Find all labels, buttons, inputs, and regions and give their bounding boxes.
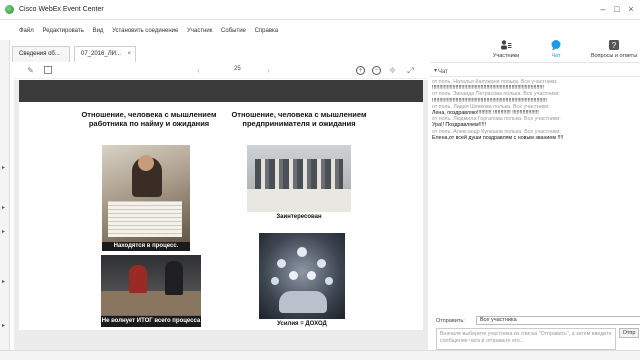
- chat-label: Чат: [551, 53, 561, 59]
- fullscreen-icon[interactable]: ⤢: [406, 66, 415, 75]
- left-collapsed-panel[interactable]: ▸ ▸ ▸ ▸ ▸: [0, 40, 10, 360]
- network-node-icon: [297, 247, 307, 257]
- svg-text:?: ?: [612, 41, 617, 50]
- title-bar: Cisco WebEx Event Center – □ ×: [0, 0, 640, 20]
- expand-arrow-icon[interactable]: ▸: [2, 278, 5, 285]
- chat-button[interactable]: Чат: [536, 39, 576, 59]
- network-node-icon: [317, 259, 326, 268]
- person-shape: [165, 261, 183, 295]
- qa-label: Вопросы и ответы: [590, 53, 638, 59]
- crowd-shape: [255, 159, 343, 193]
- chat-title: ▾ Чат: [434, 68, 448, 75]
- network-node-icon: [271, 277, 279, 285]
- tab-close-icon[interactable]: ×: [127, 47, 131, 61]
- participants-icon: [501, 40, 512, 50]
- person-shape: [129, 265, 147, 293]
- expand-arrow-icon[interactable]: ▸: [2, 164, 5, 171]
- chat-message: Елена,от всей души поздравлям с новым зв…: [432, 134, 564, 141]
- tab-info[interactable]: Сведения об...: [12, 46, 70, 62]
- chat-message-list[interactable]: от поль. Наталья Калужаня полька. Все уч…: [432, 79, 632, 309]
- document-viewer: Отношение, человека с мышлением работник…: [14, 80, 428, 350]
- expand-arrow-icon[interactable]: ▸: [2, 228, 5, 235]
- send-to-value: Все участника: [480, 317, 517, 323]
- face-shape: [138, 155, 154, 171]
- zoom-out-icon[interactable]: −: [372, 66, 381, 75]
- chat-title-text: Чат: [438, 69, 448, 75]
- fit-icon[interactable]: ✥: [388, 66, 397, 75]
- expand-arrow-icon[interactable]: ▸: [2, 322, 5, 329]
- send-to-label: Отправить:: [436, 318, 465, 324]
- stressed-worker-photo: Находятся в процесс.: [102, 145, 190, 251]
- pen-icon[interactable]: ✎: [26, 66, 35, 75]
- qa-button[interactable]: ? Вопросы и ответы: [590, 39, 638, 59]
- next-page-icon[interactable]: ›: [264, 66, 273, 75]
- label-effort-income: Усилия = ДОХОД: [277, 321, 327, 327]
- webex-logo-icon: [5, 5, 14, 14]
- maximize-icon[interactable]: □: [612, 4, 622, 14]
- send-to-select[interactable]: Все участника ▾: [476, 316, 640, 325]
- bottom-bar: [0, 350, 640, 360]
- tab-document-label: 07_2016_ЛИ...: [81, 51, 121, 57]
- table-shape: [247, 189, 351, 212]
- left-heading: Отношение, человека с мышлением работник…: [81, 110, 217, 128]
- caption-not-care: Не волнует ИТОГ всего процесса: [101, 316, 201, 327]
- network-node-icon: [307, 271, 316, 280]
- page-number[interactable]: 25: [234, 66, 241, 72]
- network-node-icon: [289, 271, 298, 280]
- right-heading: Отношение, человека с мышлением предприн…: [231, 110, 367, 128]
- caption-in-process: Находятся в процесс.: [102, 242, 190, 251]
- qa-icon: ?: [609, 40, 619, 50]
- participants-label: Участники: [492, 53, 520, 59]
- menu-edit[interactable]: Редактировать: [42, 28, 83, 34]
- menu-view[interactable]: Вид: [93, 28, 104, 34]
- network-node-icon: [277, 259, 286, 268]
- network-node-icon: [325, 277, 333, 285]
- presentation-slide: Отношение, человека с мышлением работник…: [19, 80, 423, 330]
- menu-file[interactable]: Файл: [19, 28, 34, 34]
- panel-tabs: Участники Чат ? Вопросы и ответы: [430, 35, 640, 63]
- hand-shape: [279, 291, 327, 313]
- window-title: Cisco WebEx Event Center: [19, 6, 104, 13]
- chat-compose-input[interactable]: Вначале выберите участника из списка "От…: [436, 328, 616, 350]
- minimize-icon[interactable]: –: [598, 4, 608, 14]
- send-button[interactable]: Отпр: [619, 328, 639, 338]
- document-toolbar: ✎ ‹ 25 › + − ✥ ⤢: [14, 63, 428, 79]
- participants-button[interactable]: Участники: [486, 39, 526, 59]
- businessman-photo: Не волнует ИТОГ всего процесса: [101, 255, 201, 327]
- thumbnails-icon[interactable]: [44, 66, 52, 74]
- desk-shape: [101, 291, 201, 315]
- menu-event[interactable]: Событие: [221, 28, 246, 34]
- menu-connect[interactable]: Установить соединение: [112, 28, 178, 34]
- expand-arrow-icon[interactable]: ▸: [2, 204, 5, 211]
- label-interested: Заинтересован: [276, 214, 322, 220]
- meeting-photo: [247, 145, 351, 212]
- slide-dark-band: [19, 80, 423, 102]
- paper-pile-shape: [108, 201, 182, 237]
- network-hand-photo: [259, 233, 345, 319]
- menu-bar: Файл Редактировать Вид Установить соедин…: [19, 28, 285, 34]
- chat-panel-header[interactable]: ▾ Чат: [430, 65, 640, 77]
- prev-page-icon[interactable]: ‹: [194, 66, 203, 75]
- menu-participant[interactable]: Участник: [187, 28, 212, 34]
- tab-info-label: Сведения об...: [19, 51, 60, 57]
- tab-document[interactable]: 07_2016_ЛИ... ×: [74, 46, 136, 62]
- send-to-row: Отправить: Все участника ▾: [436, 316, 640, 326]
- zoom-in-icon[interactable]: +: [356, 66, 365, 75]
- menu-help[interactable]: Справка: [255, 28, 279, 34]
- chat-bubble-icon: [551, 40, 561, 51]
- close-icon[interactable]: ×: [626, 4, 636, 14]
